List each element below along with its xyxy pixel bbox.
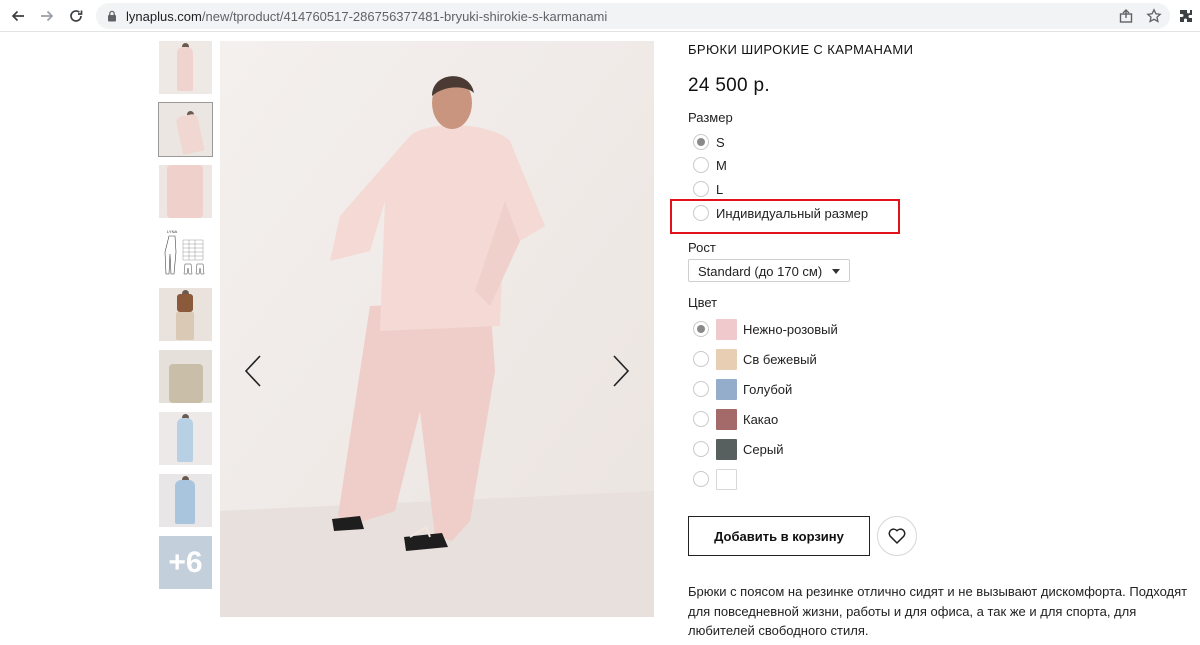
url-host: lynaplus.com — [126, 9, 202, 24]
thumbnail-4[interactable]: LYNA — [159, 226, 212, 279]
size-option-m[interactable]: M — [693, 156, 727, 174]
color-swatch — [716, 468, 737, 490]
radio-button[interactable] — [693, 157, 709, 173]
extensions-icon[interactable] — [1178, 8, 1194, 24]
thumbnail-3[interactable] — [159, 165, 212, 218]
size-option-s[interactable]: S — [693, 133, 725, 151]
thumbnail-7[interactable] — [159, 412, 212, 465]
radio-button[interactable] — [693, 411, 709, 427]
product-photo-illustration — [220, 41, 654, 617]
thumbnail-6[interactable] — [159, 350, 212, 403]
color-option-blue[interactable]: Голубой — [693, 378, 792, 400]
color-option-pink[interactable]: Нежно-розовый — [693, 318, 838, 340]
address-bar[interactable]: lynaplus.com/new/tproduct/414760517-2867… — [96, 3, 1170, 29]
color-label: Цвет — [688, 295, 718, 310]
color-option-cocoa[interactable]: Какао — [693, 408, 778, 430]
color-swatch — [716, 378, 737, 400]
color-option-beige[interactable]: Св бежевый — [693, 348, 817, 370]
svg-text:LYNA: LYNA — [167, 229, 177, 234]
radio-button[interactable] — [693, 471, 709, 487]
thumbnail-1[interactable] — [159, 41, 212, 94]
favorite-button[interactable] — [877, 516, 917, 556]
next-image-button[interactable] — [608, 354, 632, 388]
lock-icon — [108, 10, 116, 22]
heart-icon — [888, 528, 906, 544]
color-swatch — [716, 318, 737, 340]
size-option-label: S — [716, 134, 725, 150]
radio-button[interactable] — [693, 181, 709, 197]
highlight-annotation — [670, 199, 900, 234]
thumbnail-2[interactable] — [158, 102, 213, 157]
color-option-label: Нежно-розовый — [743, 321, 838, 337]
radio-button[interactable] — [693, 351, 709, 367]
radio-button[interactable] — [693, 134, 709, 150]
color-option-gray[interactable]: Серый — [693, 438, 783, 460]
main-product-image — [220, 41, 654, 617]
color-option-label: Какао — [743, 411, 779, 427]
color-swatch — [716, 438, 737, 460]
back-icon[interactable] — [8, 6, 28, 26]
color-option-label: Голубой — [743, 381, 793, 397]
forward-icon[interactable] — [37, 6, 57, 26]
radio-button[interactable] — [693, 381, 709, 397]
chevron-right-icon — [613, 355, 630, 387]
color-option-white[interactable] — [693, 468, 737, 490]
caret-down-icon — [832, 269, 840, 274]
more-count: +6 — [168, 545, 203, 579]
prev-image-button[interactable] — [242, 354, 266, 388]
color-option-label: Серый — [743, 441, 784, 457]
add-to-cart-button[interactable]: Добавить в корзину — [688, 516, 870, 556]
url-path: /new/tproduct/414760517-286756377481-bry… — [201, 9, 608, 24]
thumbnail-more[interactable]: +6 — [159, 536, 212, 589]
height-select[interactable]: Standard (до 170 см) — [688, 259, 850, 282]
color-swatch — [716, 408, 737, 430]
product-price: 24 500 р. — [688, 75, 770, 96]
radio-button[interactable] — [693, 441, 709, 457]
share-icon[interactable] — [1118, 8, 1134, 24]
height-select-value: Standard (до 170 см) — [698, 264, 823, 279]
size-option-label: L — [716, 181, 724, 197]
height-label: Рост — [688, 240, 716, 255]
thumbnail-8[interactable] — [159, 474, 212, 527]
chevron-left-icon — [244, 355, 261, 387]
product-title: БРЮКИ ШИРОКИЕ С КАРМАНАМИ — [688, 42, 914, 57]
radio-button[interactable] — [693, 321, 709, 337]
url-text: lynaplus.com/new/tproduct/414760517-2867… — [126, 9, 607, 24]
color-option-label: Св бежевый — [743, 351, 817, 367]
star-icon[interactable] — [1146, 8, 1162, 24]
product-description: Брюки с поясом на резинке отлично сидят … — [688, 584, 1188, 638]
reload-icon[interactable] — [66, 6, 86, 26]
color-swatch — [716, 348, 737, 370]
thumbnail-5[interactable] — [159, 288, 212, 341]
size-option-l[interactable]: L — [693, 180, 723, 198]
browser-toolbar: lynaplus.com/new/tproduct/414760517-2867… — [0, 0, 1200, 32]
size-option-label: M — [716, 157, 727, 173]
size-label: Размер — [688, 110, 733, 125]
